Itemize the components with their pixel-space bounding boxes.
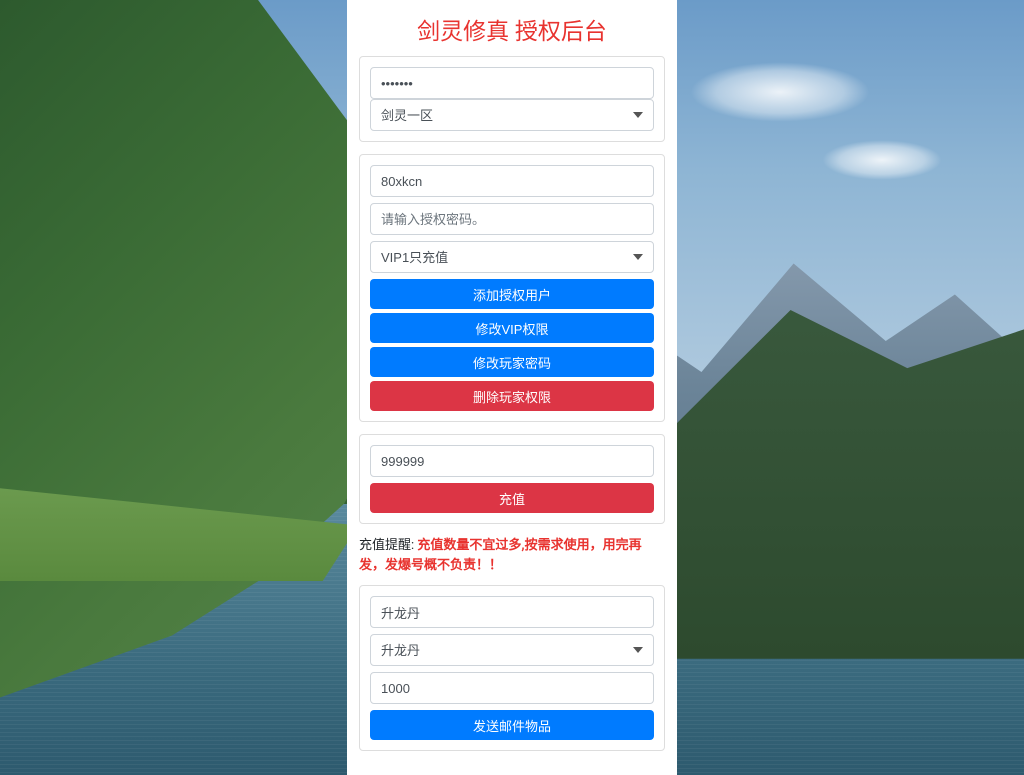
password-input[interactable]: [370, 67, 654, 99]
mail-item-card: 升龙丹 发送邮件物品: [359, 585, 665, 751]
send-mail-item-button[interactable]: 发送邮件物品: [370, 710, 654, 740]
modify-vip-button[interactable]: 修改VIP权限: [370, 313, 654, 343]
add-auth-user-button[interactable]: 添加授权用户: [370, 279, 654, 309]
username-input[interactable]: [370, 165, 654, 197]
cloud-icon: [822, 140, 942, 180]
auth-card: VIP1只充值 添加授权用户 修改VIP权限 修改玩家密码 删除玩家权限: [359, 154, 665, 422]
recharge-card: 充值: [359, 434, 665, 524]
admin-panel: 剑灵修真 授权后台 剑灵一区 VIP1只充值 添加授权用户 修改VIP权限 修改…: [347, 0, 677, 775]
recharge-notice: 充值提醒: 充值数量不宜过多,按需求使用，用完再发，发爆号概不负责！！: [359, 536, 665, 575]
delete-permission-button[interactable]: 删除玩家权限: [370, 381, 654, 411]
auth-password-input[interactable]: [370, 203, 654, 235]
item-quantity-input[interactable]: [370, 672, 654, 704]
modify-password-button[interactable]: 修改玩家密码: [370, 347, 654, 377]
recharge-amount-input[interactable]: [370, 445, 654, 477]
server-select[interactable]: 剑灵一区: [370, 99, 654, 131]
item-name-input[interactable]: [370, 596, 654, 628]
page-title: 剑灵修真 授权后台: [359, 8, 665, 56]
recharge-button[interactable]: 充值: [370, 483, 654, 513]
item-select[interactable]: 升龙丹: [370, 634, 654, 666]
notice-label: 充值提醒:: [359, 538, 417, 553]
vip-level-select[interactable]: VIP1只充值: [370, 241, 654, 273]
login-card: 剑灵一区: [359, 56, 665, 142]
cloud-icon: [690, 62, 870, 122]
